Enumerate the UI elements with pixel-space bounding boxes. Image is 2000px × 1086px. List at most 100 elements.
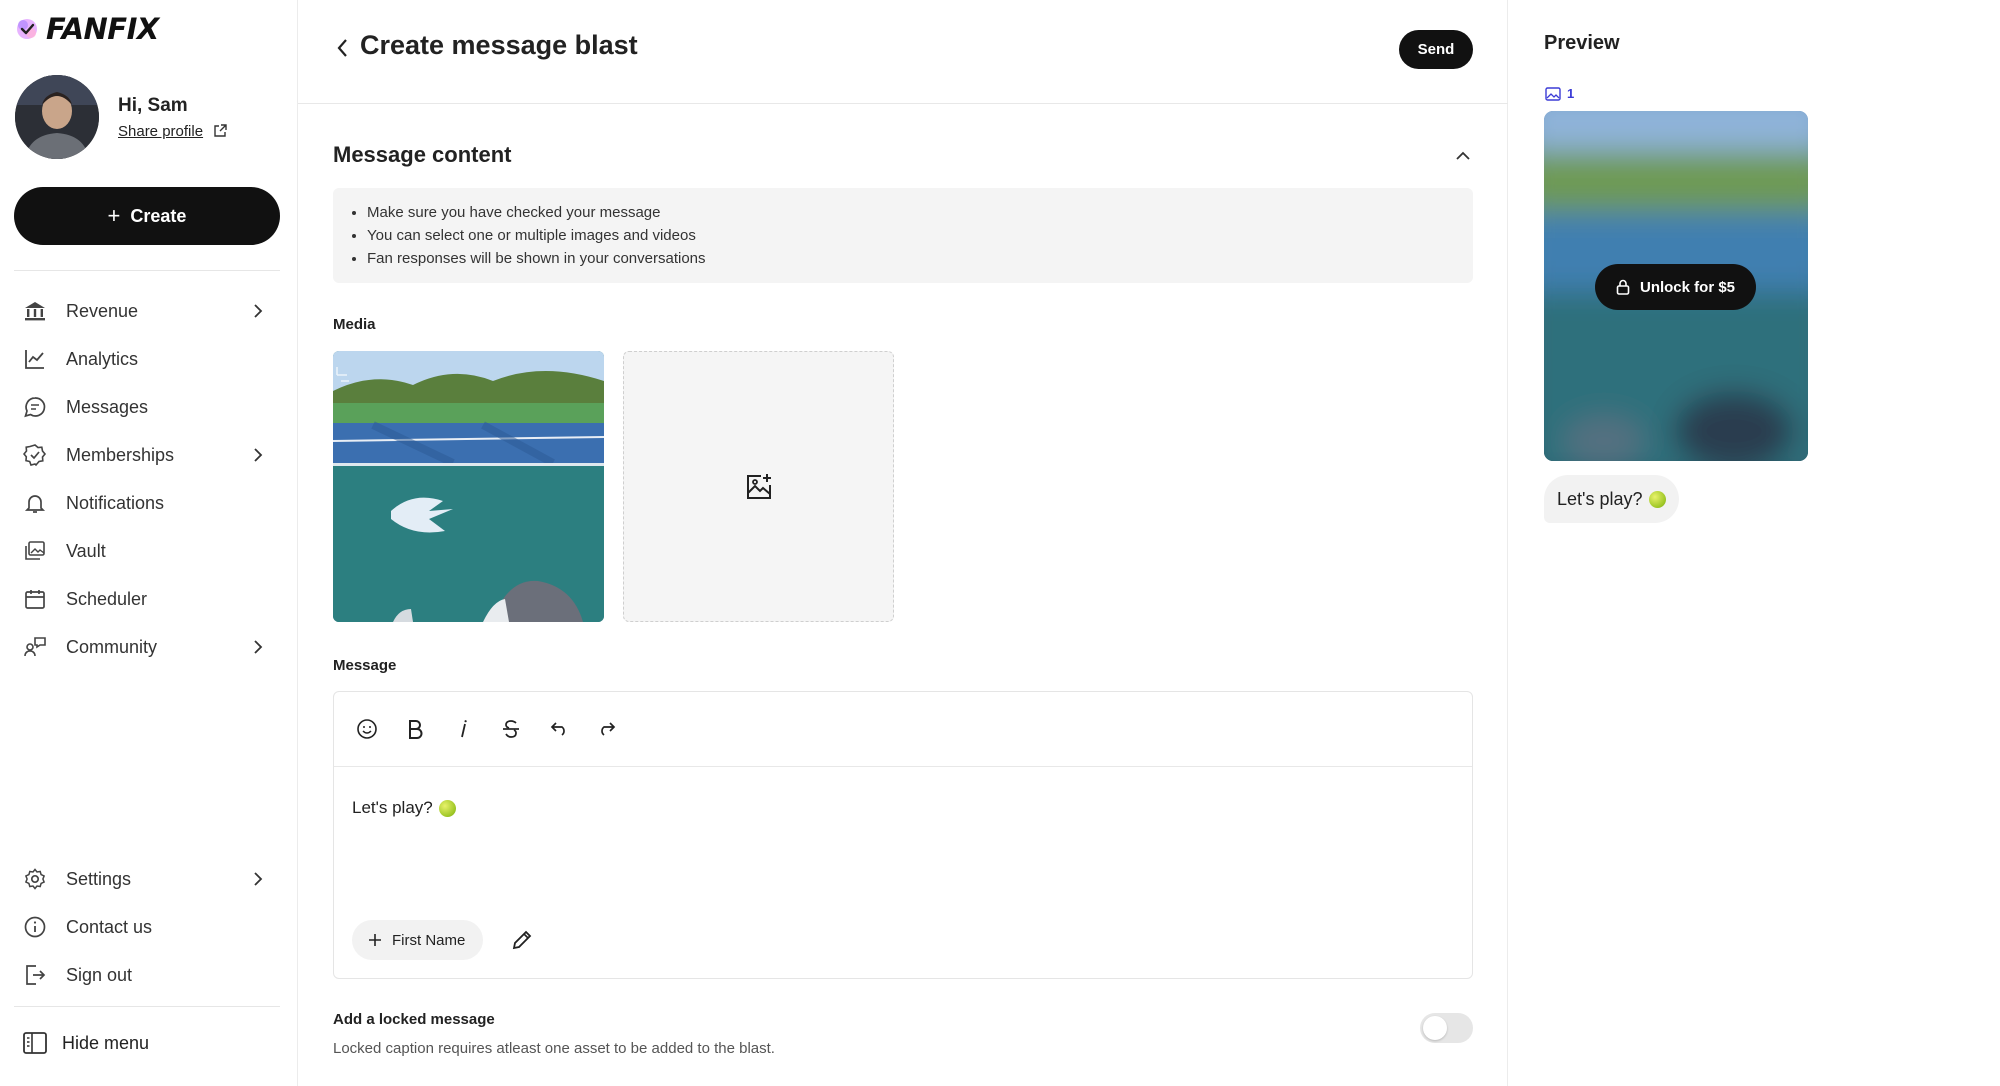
bank-icon <box>22 298 48 324</box>
sidebar-item-vault[interactable]: Vault <box>0 527 298 575</box>
unlock-button[interactable]: Unlock for $5 <box>1595 264 1756 310</box>
message-input[interactable]: Let's play? <box>352 798 456 818</box>
plus-icon: + <box>107 203 121 228</box>
sidebar-item-label: Messages <box>66 396 149 417</box>
fanfix-logo-icon <box>17 19 37 39</box>
sidebar-item-label: Community <box>66 636 158 657</box>
sidebar-item-messages[interactable]: Messages <box>0 383 298 431</box>
chevron-right-icon <box>254 640 263 654</box>
create-label: Create <box>130 205 187 226</box>
lock-icon <box>1616 279 1630 295</box>
profile-card: Hi, Sam Share profile <box>15 75 227 159</box>
sidebar-item-label: Contact us <box>66 916 153 937</box>
first-name-variable-chip[interactable]: First Name <box>352 920 484 960</box>
locked-media-preview: Unlock for $5 <box>1544 111 1808 461</box>
sidebar-item-label: Notifications <box>66 492 165 513</box>
preview-panel: Preview 1 Unlock for $5 Let's play? <box>1509 0 2000 1086</box>
sidebar-item-label: Vault <box>66 540 106 561</box>
bold-icon[interactable] <box>401 715 429 743</box>
locked-message-description: Locked caption requires atleast one asse… <box>333 1040 775 1057</box>
sidebar-item-memberships[interactable]: Memberships <box>0 431 298 479</box>
preview-message-bubble: Let's play? <box>1544 475 1679 523</box>
media-count: 1 <box>1545 86 1574 101</box>
sidebar-item-sign-out[interactable]: Sign out <box>0 951 298 999</box>
image-icon <box>1545 86 1561 101</box>
message-text: Let's play? <box>352 798 433 817</box>
badge-check-icon <box>22 442 48 468</box>
chat-bubble-icon <box>22 394 48 420</box>
share-profile-label: Share profile <box>118 122 204 140</box>
hide-menu-button[interactable]: Hide menu <box>22 1030 149 1056</box>
chevron-right-icon <box>254 304 263 318</box>
chevron-right-icon <box>254 872 263 886</box>
sidebar-item-revenue[interactable]: Revenue <box>0 287 298 335</box>
emoji-icon[interactable] <box>353 715 381 743</box>
sidebar-item-label: Scheduler <box>66 588 148 609</box>
strikethrough-icon[interactable] <box>497 715 525 743</box>
gear-icon <box>22 866 48 892</box>
editor-toolbar <box>334 692 1472 767</box>
sidebar-item-notifications[interactable]: Notifications <box>0 479 298 527</box>
media-thumbnail[interactable] <box>333 351 604 622</box>
guideline-item: You can select one or multiple images an… <box>367 224 1473 247</box>
plus-icon <box>369 934 381 946</box>
sidebar: FANFIX Hi, Sam Share profile + Create Re… <box>0 0 298 1086</box>
sidebar-item-community[interactable]: Community <box>0 623 298 671</box>
locked-message-toggle[interactable] <box>1420 1013 1473 1043</box>
tennis-ball-emoji <box>1648 490 1666 508</box>
page-title: Create message blast <box>360 30 638 60</box>
sidebar-nav: Revenue Analytics Messages Memberships N… <box>0 287 298 671</box>
chart-line-icon <box>22 346 48 372</box>
sidebar-item-label: Analytics <box>66 348 139 369</box>
avatar[interactable] <box>15 75 99 159</box>
info-icon <box>22 914 48 940</box>
redo-icon[interactable] <box>593 715 621 743</box>
bubble-text: Let's play? <box>1557 488 1643 509</box>
preview-title: Preview <box>1544 32 1620 54</box>
section-title: Message content <box>333 142 512 167</box>
sidebar-divider <box>14 270 280 271</box>
media-label: Media <box>333 316 376 333</box>
back-chevron-icon[interactable] <box>334 36 352 60</box>
people-chat-icon <box>22 634 48 660</box>
chevron-right-icon <box>254 448 263 462</box>
images-icon <box>22 538 48 564</box>
calendar-icon <box>22 586 48 612</box>
undo-icon[interactable] <box>545 715 573 743</box>
brand-logo[interactable]: FANFIX <box>14 12 159 46</box>
sidebar-item-scheduler[interactable]: Scheduler <box>0 575 298 623</box>
italic-icon[interactable] <box>449 715 477 743</box>
sidebar-toggle-icon <box>23 1032 47 1054</box>
sidebar-item-contact-us[interactable]: Contact us <box>0 903 298 951</box>
add-image-icon <box>746 473 771 499</box>
share-profile-link[interactable]: Share profile <box>118 123 227 140</box>
main-panel: Create message blast Send Message conten… <box>298 0 1508 1086</box>
sidebar-item-label: Settings <box>66 868 132 889</box>
locked-message-title: Add a locked message <box>333 1011 495 1028</box>
chip-label: First Name <box>392 931 466 949</box>
hide-menu-label: Hide menu <box>62 1032 150 1053</box>
tennis-ball-emoji <box>438 799 456 817</box>
page-header: Create message blast Send <box>298 0 1508 104</box>
sidebar-item-label: Sign out <box>66 964 133 985</box>
guidelines-box: Make sure you have checked your message … <box>333 188 1473 283</box>
create-button[interactable]: + Create <box>14 187 280 245</box>
sidebar-item-label: Memberships <box>66 444 175 465</box>
add-media-dropzone[interactable] <box>623 351 894 622</box>
send-button[interactable]: Send <box>1399 30 1473 69</box>
unlock-label: Unlock for $5 <box>1639 278 1736 296</box>
sidebar-bottom-nav: Settings Contact us Sign out <box>0 855 298 999</box>
chevron-up-icon[interactable] <box>1453 146 1473 166</box>
sidebar-item-label: Revenue <box>66 300 139 321</box>
external-link-icon <box>214 124 227 137</box>
brand-name: FANFIX <box>46 12 159 46</box>
sidebar-item-analytics[interactable]: Analytics <box>0 335 298 383</box>
greeting: Hi, Sam <box>118 94 188 116</box>
message-editor: Let's play? First Name <box>333 691 1473 979</box>
toggle-knob <box>1423 1016 1447 1040</box>
pencil-icon[interactable] <box>510 928 534 952</box>
sidebar-item-settings[interactable]: Settings <box>0 855 298 903</box>
sign-out-icon <box>22 962 48 988</box>
message-label: Message <box>333 657 397 674</box>
guideline-item: Make sure you have checked your message <box>367 201 1473 224</box>
